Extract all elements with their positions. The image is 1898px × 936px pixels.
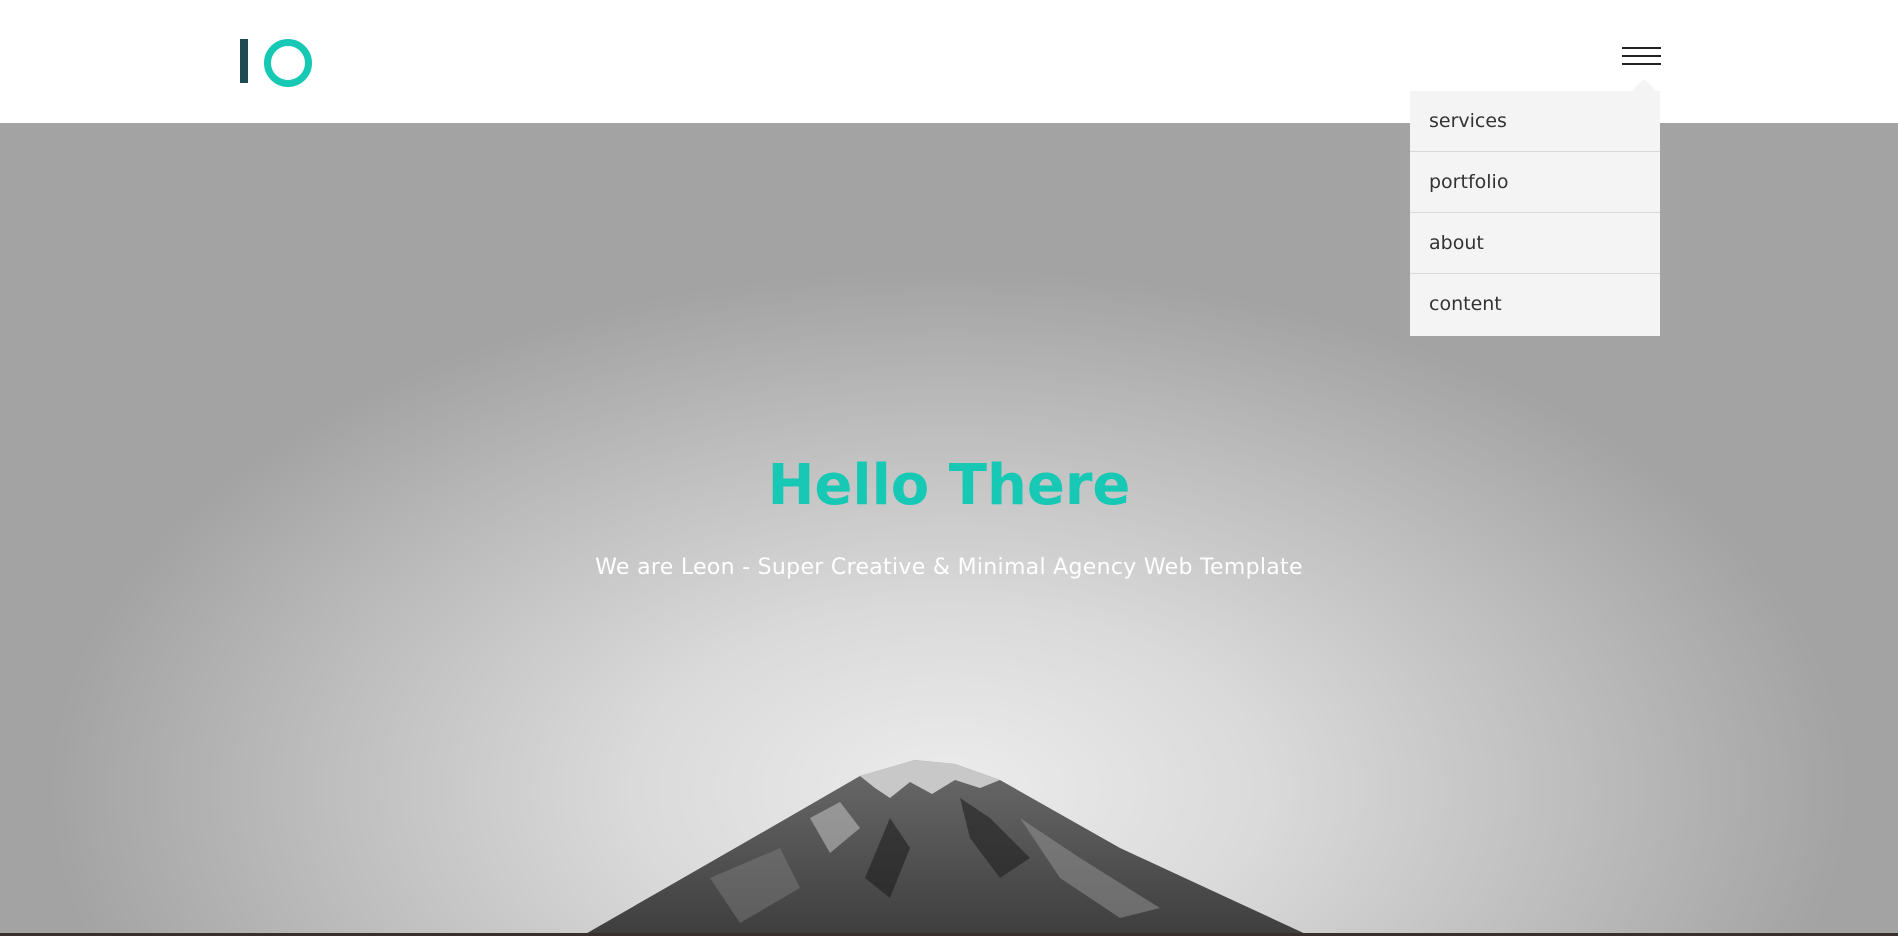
hamburger-menu-icon[interactable] [1622,44,1661,70]
nav-dropdown-menu: services portfolio about content [1410,91,1660,336]
menu-item-services[interactable]: services [1410,91,1660,152]
site-logo[interactable] [238,36,312,87]
hero-title: Hello There [767,453,1131,518]
logo-bar-mark [240,39,248,83]
hamburger-line [1622,55,1661,57]
hero-subtitle: We are Leon - Super Creative & Minimal A… [595,555,1303,580]
menu-item-content[interactable]: content [1410,274,1660,336]
logo-ring-mark [264,39,312,87]
menu-item-about[interactable]: about [1410,213,1660,274]
mountain-image [582,760,1310,936]
hamburger-line [1622,47,1661,49]
menu-item-portfolio[interactable]: portfolio [1410,152,1660,213]
dropdown-pointer [1632,79,1656,91]
hamburger-line [1622,63,1661,65]
